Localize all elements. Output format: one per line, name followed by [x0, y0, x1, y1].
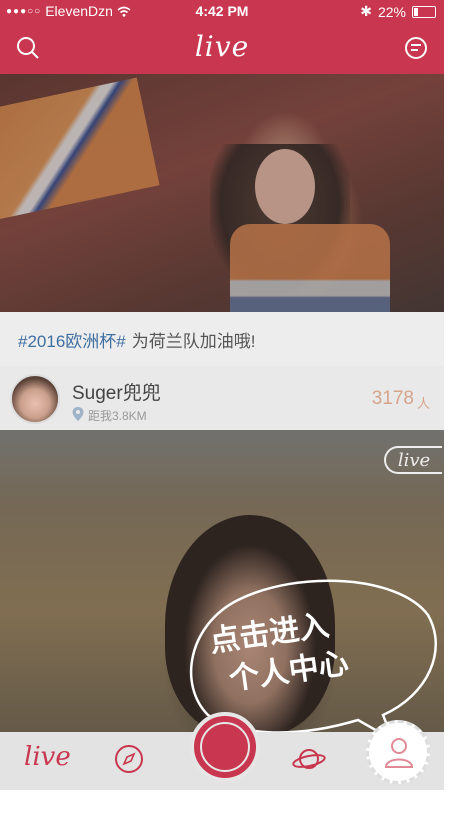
tab-live[interactable]: live: [24, 742, 71, 772]
viewer-count: 3178: [371, 388, 414, 409]
app-logo: live: [194, 30, 250, 63]
feed-user-row[interactable]: Suger兜兜 距我3.8KM 3178 人: [0, 366, 444, 430]
feed-caption[interactable]: #2016欧洲杯# 为荷兰队加油哦!: [0, 312, 444, 366]
status-right: ✱ 22%: [360, 3, 436, 20]
battery-icon: [412, 5, 436, 18]
record-ring: [200, 722, 250, 772]
photo-dim: [0, 74, 444, 312]
bluetooth-icon: ✱: [360, 3, 372, 19]
battery-percent: 22%: [377, 3, 406, 20]
avatar[interactable]: [10, 374, 60, 424]
caption-hashtag[interactable]: #2016欧洲杯#: [18, 327, 126, 352]
status-bar: ●●●○○ ElevenDzn 4:42 PM ✱ 22%: [0, 0, 444, 22]
feed-photo-1[interactable]: [0, 74, 444, 312]
user-name: Suger兜兜: [72, 383, 161, 404]
location-pin-icon: [72, 407, 84, 421]
live-badge: live: [384, 446, 442, 474]
chat-icon[interactable]: [402, 34, 430, 62]
record-button[interactable]: [190, 712, 260, 782]
viewer-unit: 人: [416, 396, 430, 411]
planet-icon[interactable]: [292, 742, 326, 776]
discover-icon[interactable]: [112, 742, 146, 776]
battery-fill: [414, 7, 418, 16]
profile-icon: [384, 738, 414, 768]
caption-text: 为荷兰队加油哦!: [131, 331, 256, 351]
nav-bar: live: [0, 22, 444, 74]
user-distance: 距我3.8KM: [88, 409, 147, 423]
app-screen: ●●●○○ ElevenDzn 4:42 PM ✱ 22% live #2016…: [0, 0, 444, 790]
profile-button[interactable]: [366, 720, 430, 784]
